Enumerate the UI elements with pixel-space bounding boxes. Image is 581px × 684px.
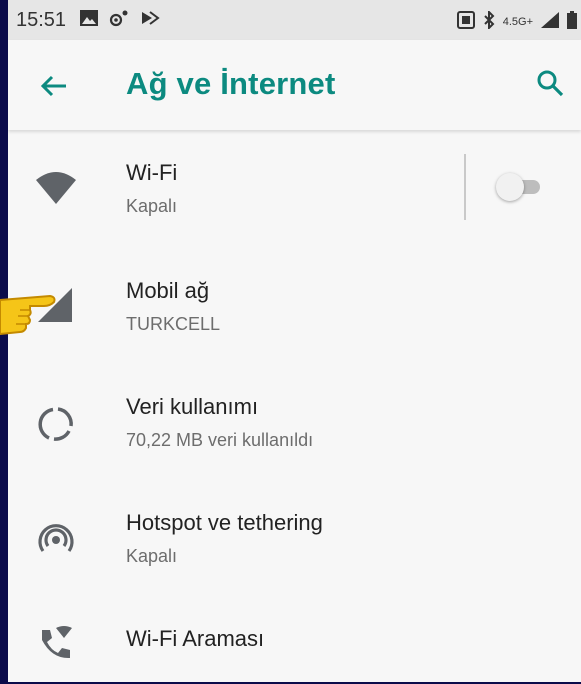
status-time: 15:51 [16, 8, 67, 31]
search-icon [537, 70, 564, 97]
divider [464, 154, 466, 220]
setting-subtitle: Kapalı [126, 546, 178, 566]
pointing-hand-icon [0, 270, 60, 350]
setting-title: Veri kullanımı [126, 394, 259, 419]
setting-item-wifi-calling[interactable]: Wi-Fi Araması [8, 596, 581, 684]
back-arrow-icon [40, 75, 66, 97]
signal-icon [541, 12, 559, 31]
network-icon: 4.5G+ [502, 15, 533, 28]
setting-subtitle: Kapalı [126, 196, 178, 216]
cast-icon [140, 9, 160, 32]
app-bar: Ağ ve İnternet [8, 40, 581, 130]
data-usage-icon [36, 404, 76, 444]
page-title: Ağ ve İnternet [126, 66, 336, 101]
setting-item-wifi[interactable]: Wi-Fi Kapalı [8, 132, 581, 248]
screen: 15:51 4.5G+ Ağ ve İnternet Wi-Fi Kapalı … [8, 0, 581, 684]
settings-sync-icon [108, 9, 130, 32]
setting-item-mobile-network[interactable]: Mobil ağ TURKCELL [8, 248, 581, 364]
wifi-toggle[interactable] [496, 170, 552, 202]
status-bar: 15:51 4.5G+ [8, 0, 581, 40]
wifi-icon [36, 168, 76, 208]
search-button[interactable] [535, 68, 567, 100]
image-icon [80, 9, 99, 31]
setting-subtitle: TURKCELL [126, 314, 221, 334]
toggle-thumb [496, 173, 524, 201]
wifi-calling-icon [36, 624, 76, 664]
status-right-icons: 4.5G+ [456, 9, 577, 32]
volte-icon [456, 11, 475, 32]
battery-icon [567, 11, 577, 32]
back-button[interactable] [38, 70, 70, 102]
setting-title: Mobil ağ [126, 278, 210, 303]
setting-item-hotspot[interactable]: Hotspot ve tethering Kapalı [8, 480, 581, 596]
hotspot-icon [36, 520, 76, 560]
setting-title: Wi-Fi [126, 160, 178, 185]
setting-item-data-usage[interactable]: Veri kullanımı 70,22 MB veri kullanıldı [8, 364, 581, 480]
setting-title: Wi-Fi Araması [126, 626, 265, 651]
setting-subtitle: 70,22 MB veri kullanıldı [126, 430, 314, 450]
setting-title: Hotspot ve tethering [126, 510, 323, 535]
bluetooth-icon [483, 9, 495, 32]
